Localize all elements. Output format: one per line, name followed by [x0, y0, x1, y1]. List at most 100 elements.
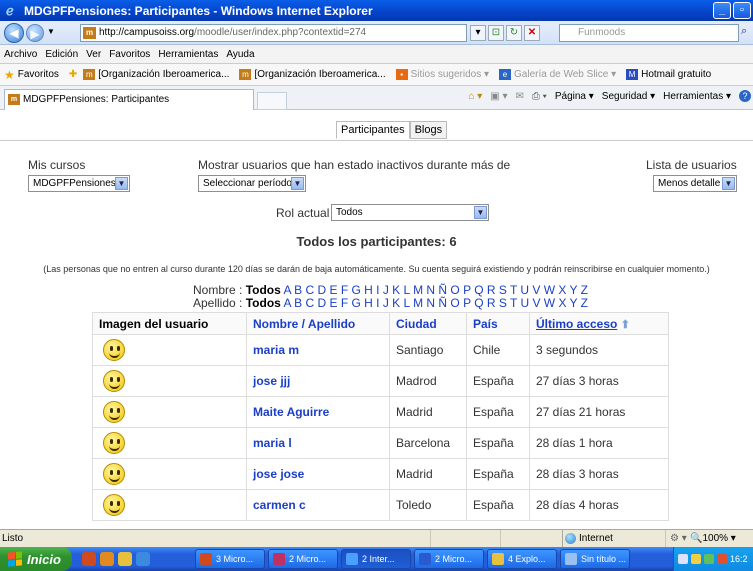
status-divider [430, 530, 431, 547]
tray-icon[interactable] [717, 554, 727, 564]
forward-button[interactable]: ▶ [26, 24, 44, 42]
quicklaunch-app-icon[interactable] [100, 552, 114, 566]
page-menu[interactable]: Página ▾ [555, 91, 594, 102]
tools-menu[interactable]: Herramientas ▾ [663, 91, 731, 102]
lista-usuarios-select[interactable]: Menos detalle ▼ [653, 175, 737, 192]
print-icon[interactable]: ⎙ ▾ [532, 91, 547, 102]
search-icon[interactable]: ⌕ [741, 25, 747, 38]
user-name-link[interactable]: carmen c [246, 489, 390, 521]
avatar-smiley-icon[interactable] [103, 401, 125, 423]
start-label: Inicio [27, 551, 61, 567]
security-zone[interactable]: Internet [562, 530, 662, 547]
back-button[interactable]: ◀ [4, 23, 24, 43]
menu-archivo[interactable]: Archivo [4, 49, 37, 60]
avatar-smiley-icon[interactable] [103, 463, 125, 485]
fav-link-1[interactable]: m [Organización Iberoamerica... [83, 69, 229, 80]
quicklaunch-app-icon[interactable] [82, 552, 96, 566]
tab-participantes-page[interactable]: Participantes [336, 121, 410, 139]
compatibility-icon[interactable]: ⊡ [488, 25, 504, 41]
avatar-cell [92, 396, 247, 428]
menu-ayuda[interactable]: Ayuda [226, 49, 254, 60]
table-row: maria l Barcelona España 28 días 1 hora [92, 427, 669, 459]
windows-taskbar: Inicio 3 Micro... 2 Micro... 2 Inter... … [0, 547, 753, 571]
nombre-letters[interactable]: A B C D E F G H I J K L M N Ñ O P Q R S … [283, 283, 588, 297]
menu-herramientas[interactable]: Herramientas [158, 49, 218, 60]
rol-actual-select[interactable]: Todos ▼ [331, 204, 489, 221]
hotmail-link[interactable]: M Hotmail gratuito [626, 69, 711, 80]
header-pais[interactable]: País [466, 312, 530, 335]
history-dropdown-icon[interactable]: ▼ [47, 27, 55, 36]
address-dropdown-icon[interactable]: ▾ [470, 25, 486, 41]
favorites-button[interactable]: ★ Favoritos [4, 68, 59, 82]
avatar-cell [92, 489, 247, 521]
help-icon[interactable]: ? [739, 90, 751, 102]
menu-ver[interactable]: Ver [86, 49, 101, 60]
ie-icon[interactable] [136, 552, 150, 566]
minimize-button[interactable]: _ [713, 2, 731, 19]
user-name-link[interactable]: maria m [246, 334, 390, 366]
avatar-cell [92, 334, 247, 366]
quick-launch [82, 552, 192, 566]
avatar-smiley-icon[interactable] [103, 339, 125, 361]
start-button[interactable]: Inicio [0, 547, 72, 571]
fav-link-2[interactable]: m [Organización Iberoamerica... [239, 69, 386, 80]
feeds-icon[interactable]: ▣ ▾ [490, 91, 507, 102]
folder-icon [492, 553, 504, 565]
search-input[interactable]: Funmoods [559, 24, 739, 42]
header-ultimo-acceso[interactable]: Último acceso ⬆ [529, 312, 669, 335]
mis-cursos-select[interactable]: MDGPFPensiones ▼ [28, 175, 130, 192]
menu-bar: Archivo Edición Ver Favoritos Herramient… [0, 45, 753, 64]
refresh-icon[interactable]: ↻ [506, 25, 522, 41]
folder-icon[interactable] [118, 552, 132, 566]
suggested-sites[interactable]: ▪ Sitios sugeridos ▾ [395, 69, 489, 80]
tray-icon[interactable] [691, 554, 701, 564]
taskbar-button[interactable]: Sin título ... [560, 549, 630, 569]
acceso-cell: 28 días 4 horas [529, 489, 669, 521]
site-favicon-icon: m [83, 69, 96, 80]
avatar-smiley-icon[interactable] [103, 494, 125, 516]
zone-label: Internet [579, 533, 613, 544]
security-menu[interactable]: Seguridad ▾ [602, 91, 655, 102]
zoom-control[interactable]: 🔍100% ▾ [690, 530, 736, 547]
user-name-link[interactable]: Maite Aguirre [246, 396, 390, 428]
course-tabs: Participantes Blogs [336, 121, 448, 139]
avatar-smiley-icon[interactable] [103, 432, 125, 454]
menu-favoritos[interactable]: Favoritos [109, 49, 150, 60]
address-bar[interactable]: m http://campusoiss.org/moodle/user/inde… [80, 24, 467, 42]
tab-blogs[interactable]: Blogs [409, 121, 448, 139]
taskbar-button[interactable]: 2 Inter... [341, 549, 411, 569]
page-heading: Todos los participantes: 6 [296, 234, 457, 249]
maximize-button[interactable]: ▫ [733, 2, 751, 19]
add-favorite-icon[interactable]: ✚ [69, 69, 77, 80]
tray-icon[interactable] [678, 554, 688, 564]
apellido-letters[interactable]: A B C D E F G H I J K L M N Ñ O P Q R S … [284, 296, 589, 310]
paint-icon [565, 553, 577, 565]
avatar-smiley-icon[interactable] [103, 370, 125, 392]
mail-icon[interactable]: ✉ [515, 91, 523, 102]
new-tab-button[interactable] [257, 92, 287, 110]
user-name-link[interactable]: jose jose [246, 458, 390, 490]
taskbar-button[interactable]: 2 Micro... [414, 549, 484, 569]
periodo-select[interactable]: Seleccionar período ▼ [198, 175, 306, 192]
address-toolbar: ◀ ▶ ▼ m http://campusoiss.org/moodle/use… [0, 21, 753, 45]
taskbar-button[interactable]: 2 Micro... [268, 549, 338, 569]
tray-icon[interactable] [704, 554, 714, 564]
web-slice-gallery[interactable]: e Galería de Web Slice ▾ [499, 69, 616, 80]
stop-icon[interactable]: ✕ [524, 25, 540, 41]
header-nombre-apellido[interactable]: Nombre / Apellido [246, 312, 390, 335]
taskbar-button[interactable]: 4 Explo... [487, 549, 557, 569]
taskbar-button[interactable]: 3 Micro... [195, 549, 265, 569]
header-ciudad[interactable]: Ciudad [389, 312, 467, 335]
tab-participantes[interactable]: m MDGPFPensiones: Participantes [4, 89, 254, 110]
apellido-filter: Apellido : Todos A B C D E F G H I J K L… [193, 296, 588, 310]
url-host: http://campusoiss.org [99, 27, 195, 38]
home-icon[interactable]: ⌂ ▾ [468, 91, 482, 102]
taskbar-label: 2 Micro... [435, 554, 473, 564]
protected-mode-icon[interactable]: ⚙ ▾ [670, 530, 687, 547]
user-name-link[interactable]: jose jjj [246, 365, 390, 397]
url-path: /moodle/user/index.php?contextid=274 [194, 27, 367, 38]
window-controls: _ ▫ [713, 2, 751, 19]
suggested-sites-icon: ▪ [395, 69, 408, 80]
user-name-link[interactable]: maria l [246, 427, 390, 459]
menu-edicion[interactable]: Edición [45, 49, 78, 60]
